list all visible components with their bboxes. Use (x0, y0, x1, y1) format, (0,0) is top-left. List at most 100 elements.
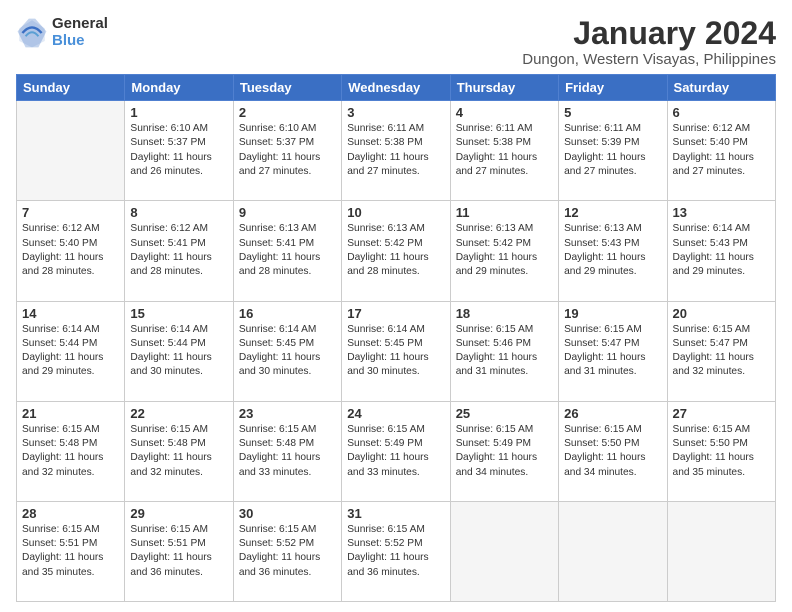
table-row: 17Sunrise: 6:14 AMSunset: 5:45 PMDayligh… (342, 301, 450, 401)
calendar-week-row: 7 Sunrise: 6:12 AMSunset: 5:40 PMDaylight… (17, 201, 776, 301)
day-number: 8 (130, 205, 227, 220)
day-info: Sunrise: 6:13 AMSunset: 5:41 PMDaylight:… (239, 222, 336, 279)
day-info: Sunrise: 6:15 AMSunset: 5:48 PMDaylight:… (22, 423, 119, 480)
table-row: 25 Sunrise: 6:15 AMSunset: 5:49 PMDayligh… (450, 401, 558, 501)
header-thursday: Thursday (450, 75, 558, 101)
table-row: 8 Sunrise: 6:12 AMSunset: 5:41 PMDaylight… (125, 201, 233, 301)
day-info: Sunrise: 6:13 AMSunset: 5:43 PMDaylight:… (564, 222, 661, 279)
day-number: 10 (347, 205, 444, 220)
day-info: Sunrise: 6:14 AMSunset: 5:45 PMDaylight:… (239, 323, 336, 380)
day-number: 16 (239, 306, 336, 321)
day-info: Sunrise: 6:11 AMSunset: 5:39 PMDaylight:… (564, 122, 661, 179)
day-number: 28 (22, 506, 119, 521)
day-number: 15 (130, 306, 227, 321)
day-number: 11 (456, 205, 553, 220)
day-number: 7 (22, 205, 119, 220)
header-monday: Monday (125, 75, 233, 101)
table-row: 10 Sunrise: 6:13 AMSunset: 5:42 PMDayligh… (342, 201, 450, 301)
table-row: 18 Sunrise: 6:15 AMSunset: 5:46 PMDayligh… (450, 301, 558, 401)
calendar-week-row: 1 Sunrise: 6:10 AMSunset: 5:37 PMDaylight… (17, 101, 776, 201)
logo-general-text: General (52, 16, 108, 33)
table-row (450, 501, 558, 601)
table-row: 11 Sunrise: 6:13 AMSunset: 5:42 PMDayligh… (450, 201, 558, 301)
table-row: 31Sunrise: 6:15 AMSunset: 5:52 PMDayligh… (342, 501, 450, 601)
header-wednesday: Wednesday (342, 75, 450, 101)
logo-blue-text: Blue (52, 33, 108, 50)
day-number: 26 (564, 406, 661, 421)
day-number: 14 (22, 306, 119, 321)
day-number: 2 (239, 105, 336, 120)
calendar-week-row: 21Sunrise: 6:15 AMSunset: 5:48 PMDayligh… (17, 401, 776, 501)
table-row: 28 Sunrise: 6:15 AMSunset: 5:51 PMDayligh… (17, 501, 125, 601)
day-info: Sunrise: 6:12 AMSunset: 5:40 PMDaylight:… (22, 222, 119, 279)
table-row: 4Sunrise: 6:11 AMSunset: 5:38 PMDaylight… (450, 101, 558, 201)
calendar-week-row: 14 Sunrise: 6:14 AMSunset: 5:44 PMDayligh… (17, 301, 776, 401)
table-row: 26 Sunrise: 6:15 AMSunset: 5:50 PMDayligh… (559, 401, 667, 501)
calendar-week-row: 28 Sunrise: 6:15 AMSunset: 5:51 PMDayligh… (17, 501, 776, 601)
table-row (17, 101, 125, 201)
table-row: 9 Sunrise: 6:13 AMSunset: 5:41 PMDaylight… (233, 201, 341, 301)
day-number: 19 (564, 306, 661, 321)
day-info: Sunrise: 6:12 AMSunset: 5:41 PMDaylight:… (130, 222, 227, 279)
day-number: 25 (456, 406, 553, 421)
day-info: Sunrise: 6:15 AMSunset: 5:50 PMDaylight:… (564, 423, 661, 480)
day-info: Sunrise: 6:15 AMSunset: 5:51 PMDaylight:… (22, 523, 119, 580)
day-number: 20 (673, 306, 770, 321)
calendar-subtitle: Dungon, Western Visayas, Philippines (522, 51, 776, 68)
table-row: 2 Sunrise: 6:10 AMSunset: 5:37 PMDaylight… (233, 101, 341, 201)
table-row: 7 Sunrise: 6:12 AMSunset: 5:40 PMDaylight… (17, 201, 125, 301)
table-row: 20 Sunrise: 6:15 AMSunset: 5:47 PMDayligh… (667, 301, 775, 401)
day-info: Sunrise: 6:11 AMSunset: 5:38 PMDaylight:… (456, 122, 553, 179)
day-info: Sunrise: 6:15 AMSunset: 5:48 PMDaylight:… (130, 423, 227, 480)
day-number: 24 (347, 406, 444, 421)
day-info: Sunrise: 6:15 AMSunset: 5:47 PMDaylight:… (564, 323, 661, 380)
day-info: Sunrise: 6:15 AMSunset: 5:49 PMDaylight:… (347, 423, 444, 480)
header-sunday: Sunday (17, 75, 125, 101)
header-tuesday: Tuesday (233, 75, 341, 101)
logo-icon (16, 17, 48, 49)
day-number: 12 (564, 205, 661, 220)
table-row: 22 Sunrise: 6:15 AMSunset: 5:48 PMDayligh… (125, 401, 233, 501)
day-info: Sunrise: 6:13 AMSunset: 5:42 PMDaylight:… (347, 222, 444, 279)
day-info: Sunrise: 6:15 AMSunset: 5:51 PMDaylight:… (130, 523, 227, 580)
day-number: 1 (130, 105, 227, 120)
table-row: 15 Sunrise: 6:14 AMSunset: 5:44 PMDayligh… (125, 301, 233, 401)
day-info: Sunrise: 6:15 AMSunset: 5:50 PMDaylight:… (673, 423, 770, 480)
table-row (559, 501, 667, 601)
title-block: January 2024 Dungon, Western Visayas, Ph… (522, 16, 776, 68)
day-number: 3 (347, 105, 444, 120)
day-number: 13 (673, 205, 770, 220)
calendar-table: Sunday Monday Tuesday Wednesday Thursday… (16, 74, 776, 602)
page: General Blue January 2024 Dungon, Wester… (0, 0, 792, 612)
day-number: 17 (347, 306, 444, 321)
day-number: 5 (564, 105, 661, 120)
table-row: 29Sunrise: 6:15 AMSunset: 5:51 PMDayligh… (125, 501, 233, 601)
day-info: Sunrise: 6:15 AMSunset: 5:52 PMDaylight:… (347, 523, 444, 580)
day-number: 18 (456, 306, 553, 321)
day-info: Sunrise: 6:15 AMSunset: 5:46 PMDaylight:… (456, 323, 553, 380)
day-info: Sunrise: 6:15 AMSunset: 5:47 PMDaylight:… (673, 323, 770, 380)
day-number: 27 (673, 406, 770, 421)
header-friday: Friday (559, 75, 667, 101)
table-row: 23Sunrise: 6:15 AMSunset: 5:48 PMDayligh… (233, 401, 341, 501)
day-info: Sunrise: 6:15 AMSunset: 5:49 PMDaylight:… (456, 423, 553, 480)
table-row: 14 Sunrise: 6:14 AMSunset: 5:44 PMDayligh… (17, 301, 125, 401)
calendar-header-row: Sunday Monday Tuesday Wednesday Thursday… (17, 75, 776, 101)
table-row: 30Sunrise: 6:15 AMSunset: 5:52 PMDayligh… (233, 501, 341, 601)
table-row: 21Sunrise: 6:15 AMSunset: 5:48 PMDayligh… (17, 401, 125, 501)
day-info: Sunrise: 6:14 AMSunset: 5:44 PMDaylight:… (130, 323, 227, 380)
day-info: Sunrise: 6:10 AMSunset: 5:37 PMDaylight:… (130, 122, 227, 179)
day-number: 9 (239, 205, 336, 220)
table-row: 5 Sunrise: 6:11 AMSunset: 5:39 PMDaylight… (559, 101, 667, 201)
table-row (667, 501, 775, 601)
day-info: Sunrise: 6:13 AMSunset: 5:42 PMDaylight:… (456, 222, 553, 279)
day-number: 22 (130, 406, 227, 421)
table-row: 1 Sunrise: 6:10 AMSunset: 5:37 PMDaylight… (125, 101, 233, 201)
day-info: Sunrise: 6:14 AMSunset: 5:44 PMDaylight:… (22, 323, 119, 380)
day-info: Sunrise: 6:11 AMSunset: 5:38 PMDaylight:… (347, 122, 444, 179)
day-info: Sunrise: 6:10 AMSunset: 5:37 PMDaylight:… (239, 122, 336, 179)
table-row: 24 Sunrise: 6:15 AMSunset: 5:49 PMDayligh… (342, 401, 450, 501)
table-row: 13 Sunrise: 6:14 AMSunset: 5:43 PMDayligh… (667, 201, 775, 301)
day-info: Sunrise: 6:14 AMSunset: 5:43 PMDaylight:… (673, 222, 770, 279)
day-info: Sunrise: 6:12 AMSunset: 5:40 PMDaylight:… (673, 122, 770, 179)
